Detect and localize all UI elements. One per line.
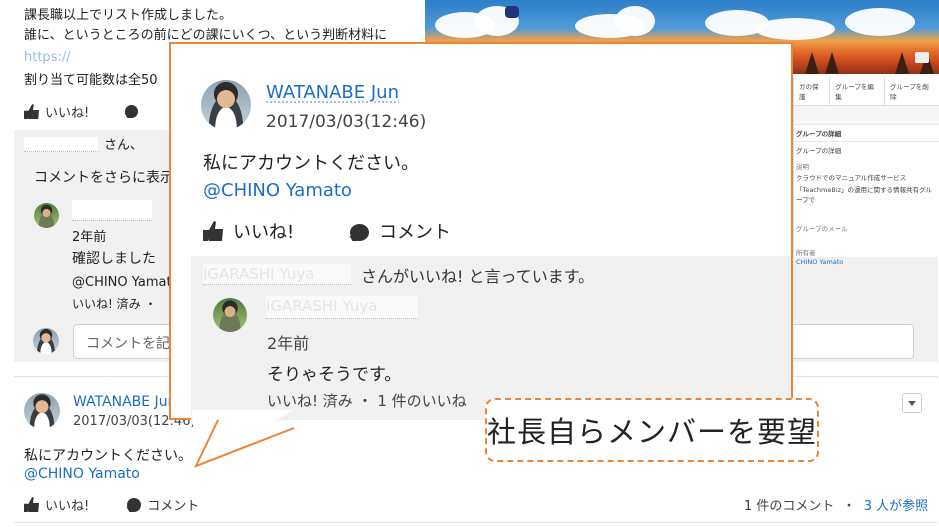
like-button[interactable]: いいね! [45, 102, 89, 121]
post-stats: 1 件のコメント ・ 3 人が参照 [744, 495, 928, 514]
thumbs-up-icon [24, 497, 39, 512]
post-actions: いいね! コメント [24, 495, 199, 514]
liker-name-redacted [24, 137, 98, 152]
post-menu-button[interactable] [902, 393, 922, 413]
post-mention[interactable]: @CHINO Yamato [24, 466, 140, 482]
desc-label: 説明 [796, 163, 809, 171]
popup-body: 私にアカウントください。 [203, 153, 419, 174]
avatar [34, 203, 59, 228]
top-post-actions: いいね! [24, 102, 144, 121]
comment-mention[interactable]: @CHINO Yamato [72, 273, 180, 292]
speech-bubble-icon [349, 224, 369, 241]
callout-annotation: 社長自らメンバーを要望 [485, 398, 819, 462]
panel-subheading: グループの詳細 [794, 141, 939, 158]
owner-link[interactable]: CHINO Yamato [794, 257, 939, 267]
popup-reply-avatar [213, 298, 247, 332]
current-user-avatar [33, 328, 59, 354]
popup-reply-status: いいね! 済み ・ 1 件のいいね [267, 392, 467, 410]
popup-reply-author[interactable]: IGARASHI Yuya [266, 296, 418, 319]
speech-bubble-icon [125, 105, 139, 118]
top-post-line1: 課長職以上でリスト作成しました。 [24, 8, 233, 23]
post-body: 私にアカウントください。 [24, 448, 192, 464]
popup-comment-button[interactable]: コメント [379, 222, 451, 243]
desc-line2: 「TeachmeBiz」の運用に関する情報共有グループで [796, 186, 933, 204]
desc-line1: クラウドでのマニュアル作成サービス [796, 174, 907, 182]
comment-time: 2年前 [72, 230, 107, 245]
popup-liked-text: さんがいいね! と言っています。 [361, 267, 595, 286]
speech-bubble-icon [127, 497, 142, 512]
popup-author-name[interactable]: WATANABE Jun [266, 82, 399, 103]
comment-count[interactable]: 1 件のコメント [744, 499, 834, 514]
comment-input-placeholder: コメントを記 [86, 336, 170, 352]
popup-tail [192, 410, 295, 468]
tab-delete-group[interactable]: グループを削除 [885, 77, 939, 105]
camera-icon[interactable] [915, 52, 929, 63]
tab-edit-group[interactable]: グループを編集 [830, 77, 886, 105]
popup-author-avatar [201, 80, 251, 130]
tab-follow[interactable]: ガの保護 [794, 77, 831, 105]
view-count[interactable]: 3 人が参照 [864, 499, 928, 514]
popup-comment-area: IGARASHI Yuya さんがいいね! と言っています。 IGARASHI … [191, 256, 791, 420]
popup-reply-text: そりゃそうです。 [267, 365, 402, 385]
comment-author-redacted [72, 200, 152, 221]
zoom-popup: WATANABE Jun 2017/03/03(12:46) 私にアカウントくだ… [169, 42, 793, 420]
liked-by-suffix: さん、 [104, 138, 144, 153]
post-like-button[interactable]: いいね! [45, 495, 89, 514]
more-comments-link[interactable]: コメントをさらに表示 [34, 169, 174, 188]
thumbs-up-icon [24, 104, 39, 119]
stats-separator: ・ [842, 499, 856, 514]
top-post-link[interactable]: https:// [24, 48, 71, 67]
comment-text: 確認しました [72, 251, 156, 267]
post-author-name[interactable]: WATANABE Jun [73, 394, 176, 410]
popup-actions: いいね! コメント [203, 218, 451, 244]
popup-like-button[interactable]: いいね! [233, 222, 294, 243]
email-label: グループのメール [796, 225, 848, 233]
popup-time: 2017/03/03(12:46) [266, 112, 427, 132]
comment-status: いいね! 済み ・ [72, 297, 157, 311]
post-author-avatar[interactable] [24, 393, 60, 429]
owner-label: 所有者 [796, 249, 816, 257]
popup-reply-time: 2年前 [267, 334, 310, 353]
thumbs-up-icon [203, 221, 223, 241]
popup-liker-name: IGARASHI Yuya [203, 264, 351, 285]
bottom-divider [14, 522, 938, 523]
group-details-panel: ガの保護 グループを編集 グループを削除 グループの詳細 グループの詳細 説明 … [793, 77, 939, 266]
popup-mention[interactable]: @CHINO Yamato [203, 180, 352, 201]
rocket-icon [505, 6, 519, 18]
top-post-line4: 割り当て可能数は全50 [24, 73, 158, 88]
group-tabs: ガの保護 グループを編集 グループを削除 [794, 77, 939, 106]
panel-heading: グループの詳細 [796, 130, 842, 138]
post-comment-button[interactable]: コメント [147, 495, 199, 514]
